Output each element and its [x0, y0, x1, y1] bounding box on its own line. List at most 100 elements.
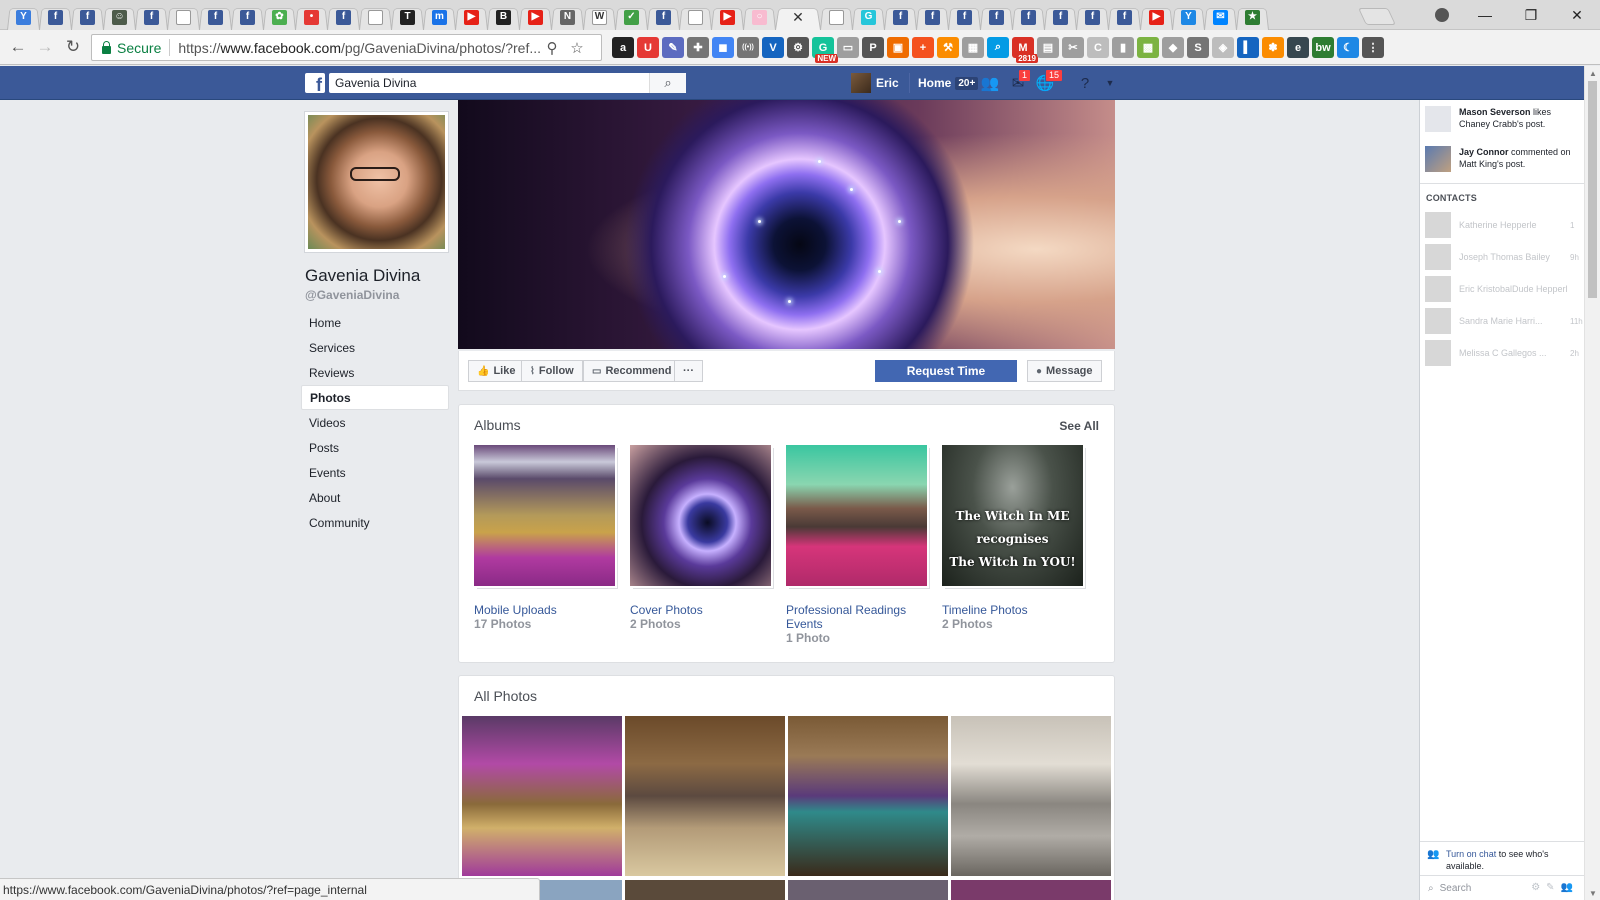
- photo-thumbnail[interactable]: [951, 716, 1111, 876]
- browser-tab[interactable]: ▶: [455, 4, 488, 30]
- menu-icon[interactable]: ⋮: [1362, 37, 1384, 58]
- home-link[interactable]: Home 20+: [909, 73, 979, 93]
- scroll-down-icon[interactable]: ▼: [1585, 886, 1600, 900]
- friend-requests-icon[interactable]: 👥: [980, 74, 1000, 92]
- album-card[interactable]: Mobile Uploads 17 Photos: [474, 445, 619, 631]
- see-all-link[interactable]: See All: [1059, 419, 1099, 433]
- album-card[interactable]: Cover Photos 2 Photos: [630, 445, 775, 631]
- new-tab-button[interactable]: [1358, 8, 1396, 25]
- browser-tab[interactable]: ✓: [615, 4, 648, 30]
- browser-tab[interactable]: W: [583, 4, 616, 30]
- photo-icon[interactable]: ▩: [1137, 37, 1159, 58]
- chat-settings-icon[interactable]: ⚙✎👥: [1531, 882, 1579, 893]
- photo-thumbnail[interactable]: [625, 880, 785, 900]
- photo-thumbnail[interactable]: [788, 716, 948, 876]
- eyedropper-icon[interactable]: ✎: [662, 37, 684, 58]
- browser-tab[interactable]: f: [135, 4, 168, 30]
- page-nav-item-about[interactable]: About: [301, 485, 449, 510]
- browser-tab[interactable]: •: [295, 4, 328, 30]
- help-icon[interactable]: ?: [1075, 74, 1095, 92]
- shield-gray-icon[interactable]: ◈: [1212, 37, 1234, 58]
- grid-icon[interactable]: ▦: [962, 37, 984, 58]
- browser-tab[interactable]: ✿: [263, 4, 296, 30]
- album-cover-image[interactable]: [786, 445, 927, 586]
- browser-tab[interactable]: ★: [1236, 4, 1269, 30]
- contact-item[interactable]: Eric KristobalDude Hepperle: [1425, 276, 1583, 302]
- settings-icon[interactable]: ⚙: [787, 37, 809, 58]
- page-profile-picture[interactable]: [304, 111, 449, 253]
- google-icon[interactable]: ◼: [712, 37, 734, 58]
- browser-tab[interactable]: [679, 4, 712, 30]
- moon-icon[interactable]: ☾: [1337, 37, 1359, 58]
- browser-tab[interactable]: f: [1076, 4, 1109, 30]
- bookmark-icon[interactable]: ▍: [1237, 37, 1259, 58]
- c-icon[interactable]: C: [1087, 37, 1109, 58]
- browser-tab[interactable]: f: [916, 4, 949, 30]
- album-title-link[interactable]: Mobile Uploads: [474, 603, 619, 617]
- reload-button[interactable]: ↻: [61, 36, 85, 58]
- page-title[interactable]: Gavenia Divina: [305, 266, 420, 286]
- photo-thumbnail[interactable]: [462, 716, 622, 876]
- back-button[interactable]: ←: [6, 36, 30, 58]
- browser-tab[interactable]: [820, 4, 853, 30]
- puzzle-icon[interactable]: ✚: [687, 37, 709, 58]
- signal-icon[interactable]: ((•)): [737, 37, 759, 58]
- bw-icon[interactable]: bw: [1312, 37, 1334, 58]
- amazon-icon[interactable]: a: [612, 37, 634, 58]
- page-scrollbar[interactable]: ▲ ▼: [1584, 66, 1600, 900]
- window-icon[interactable]: ▤: [1037, 37, 1059, 58]
- browser-tab[interactable]: f: [1012, 4, 1045, 30]
- s-icon[interactable]: S: [1187, 37, 1209, 58]
- tools-icon[interactable]: ✂: [1062, 37, 1084, 58]
- browser-tab[interactable]: ▶: [519, 4, 552, 30]
- request-time-button[interactable]: Request Time: [875, 360, 1017, 382]
- gmail-icon[interactable]: M 2819: [1012, 37, 1038, 63]
- more-options-button[interactable]: ···: [674, 360, 703, 382]
- photo-thumbnail[interactable]: [625, 716, 785, 876]
- url-text[interactable]: https://www.facebook.com/pg/GaveniaDivin…: [178, 40, 548, 56]
- browser-tab[interactable]: f: [1108, 4, 1141, 30]
- contact-item[interactable]: Joseph Thomas Bailey 9h: [1425, 244, 1583, 270]
- forward-button[interactable]: →: [33, 36, 57, 58]
- address-bar[interactable]: Secure https://www.facebook.com/pg/Gaven…: [91, 34, 602, 61]
- page-nav-item-photos[interactable]: Photos: [301, 385, 449, 410]
- bookmark-star-icon[interactable]: ☆: [567, 38, 587, 58]
- card-icon[interactable]: ▭: [837, 37, 859, 58]
- browser-tab[interactable]: f: [980, 4, 1013, 30]
- profile-button[interactable]: [1422, 0, 1462, 30]
- browser-tab[interactable]: ✉: [1204, 4, 1237, 30]
- profile-link[interactable]: Eric: [851, 73, 899, 93]
- page-nav-item-posts[interactable]: Posts: [301, 435, 449, 460]
- search-blue-icon[interactable]: ⌕: [987, 37, 1009, 58]
- browser-tab[interactable]: f: [39, 4, 72, 30]
- browser-tab[interactable]: f: [199, 4, 232, 30]
- minimize-button[interactable]: —: [1462, 0, 1508, 30]
- browser-tab[interactable]: m: [423, 4, 456, 30]
- browser-tab[interactable]: G: [852, 4, 885, 30]
- browser-tab[interactable]: [167, 4, 200, 30]
- panel-icon[interactable]: ▮: [1112, 37, 1134, 58]
- browser-tab[interactable]: [359, 4, 392, 30]
- close-icon[interactable]: ✕: [792, 9, 804, 26]
- restore-button[interactable]: ❐: [1508, 0, 1554, 30]
- pinterest-icon[interactable]: P: [862, 37, 884, 58]
- plus-icon[interactable]: +: [912, 37, 934, 58]
- notifications-icon[interactable]: 🌐 15: [1035, 69, 1064, 92]
- page-nav-item-community[interactable]: Community: [301, 510, 449, 535]
- page-nav-item-services[interactable]: Services: [301, 335, 449, 360]
- album-title-link[interactable]: Professional Readings Events: [786, 603, 931, 631]
- flower-icon[interactable]: ✽: [1262, 37, 1284, 58]
- browser-tab[interactable]: B: [487, 4, 520, 30]
- photo-thumbnail[interactable]: [951, 880, 1111, 900]
- facebook-logo-icon[interactable]: f: [305, 73, 325, 93]
- v-icon[interactable]: V: [762, 37, 784, 58]
- ticker-story[interactable]: Mason Severson likes Chaney Crabb's post…: [1425, 106, 1583, 132]
- page-nav-item-home[interactable]: Home: [301, 310, 449, 335]
- browser-tab[interactable]: Y: [7, 4, 40, 30]
- browser-tab[interactable]: f: [1044, 4, 1077, 30]
- browser-tab[interactable]: ○: [743, 4, 776, 30]
- chat-search-input[interactable]: ⌕ Search ⚙✎👥: [1420, 875, 1585, 900]
- album-cover-image[interactable]: [474, 445, 615, 586]
- account-menu-chevron-icon[interactable]: ▼: [1100, 74, 1120, 92]
- grammarly-icon[interactable]: G NEW: [812, 37, 838, 63]
